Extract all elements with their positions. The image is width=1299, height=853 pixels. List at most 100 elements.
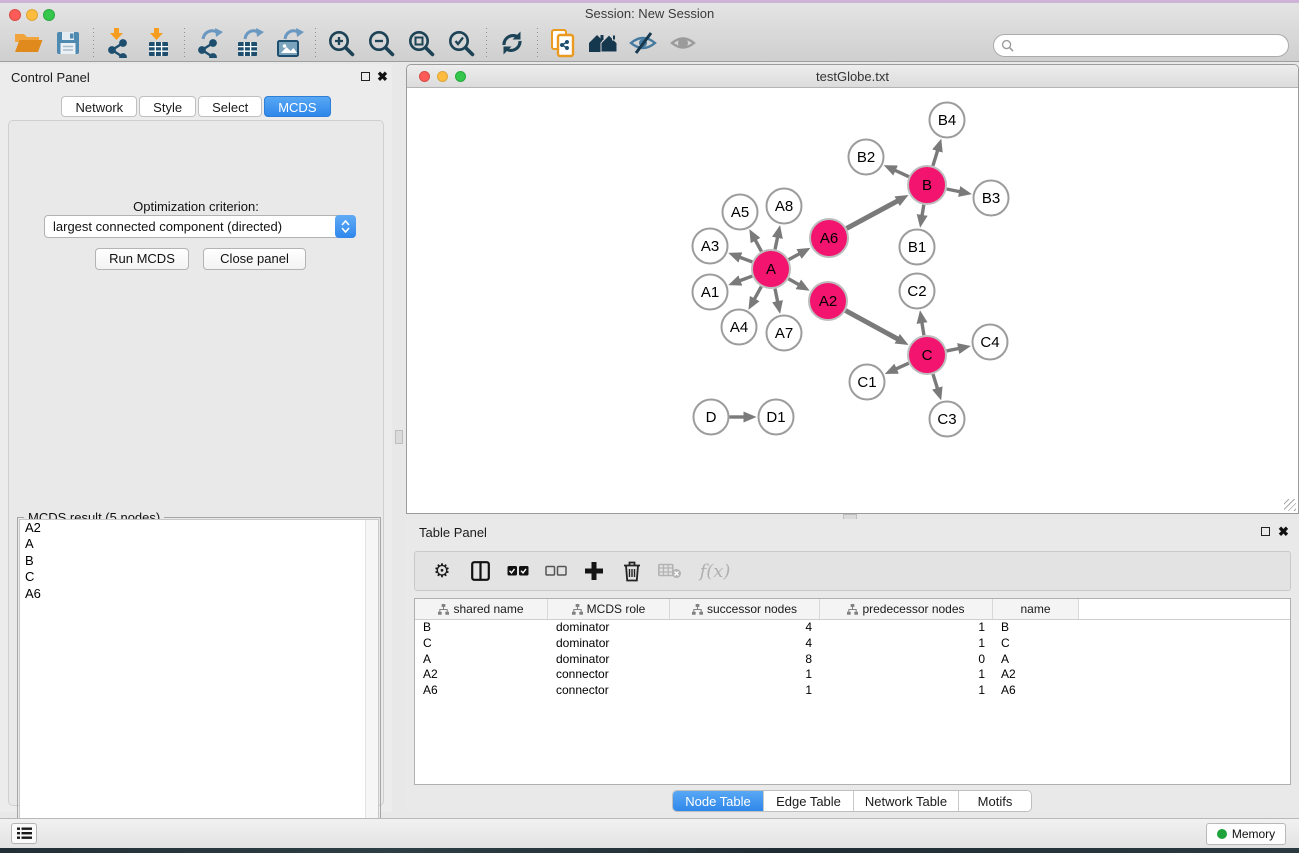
network-canvas[interactable]: B4B2BB3A5A8A6B1A3AA1C2A2A4A7C4CC1C3DD1 — [407, 88, 1298, 513]
graph-node-A5[interactable]: A5 — [723, 195, 758, 230]
table-cell[interactable]: 1 — [820, 667, 993, 683]
graph-edge-A2-C[interactable] — [846, 311, 898, 340]
tab-network[interactable]: Network — [61, 96, 137, 117]
result-item[interactable]: C — [20, 569, 378, 585]
save-session-button[interactable] — [48, 26, 88, 60]
table-cell[interactable]: 1 — [670, 667, 820, 683]
table-cell[interactable]: dominator — [548, 652, 670, 668]
graph-edge-A-A5[interactable] — [755, 240, 761, 252]
memory-button[interactable]: Memory — [1206, 823, 1286, 845]
table-cell[interactable]: 1 — [670, 683, 820, 699]
graph-node-B2[interactable]: B2 — [849, 140, 884, 175]
graph-node-C4[interactable]: C4 — [973, 325, 1008, 360]
graph-node-B1[interactable]: B1 — [900, 230, 935, 265]
table-cell[interactable]: 4 — [670, 636, 820, 652]
column-header-shared-name[interactable]: shared name — [415, 599, 548, 619]
graph-node-D[interactable]: D — [694, 400, 729, 435]
result-scrollbar[interactable] — [365, 520, 378, 853]
table-cell[interactable]: 0 — [820, 652, 993, 668]
panel-close-button[interactable]: ✖ — [377, 69, 388, 85]
network-zoom-button[interactable] — [455, 71, 466, 82]
run-mcds-button[interactable]: Run MCDS — [95, 248, 189, 270]
function-builder-button[interactable]: f(x) — [695, 557, 735, 585]
column-header-predecessor-nodes[interactable]: predecessor nodes — [820, 599, 993, 619]
tab-mcds[interactable]: MCDS — [264, 96, 330, 117]
zoom-out-button[interactable] — [361, 26, 401, 60]
table-cell[interactable]: dominator — [548, 620, 670, 636]
graph-node-B3[interactable]: B3 — [974, 181, 1009, 216]
graph-edge-A-A1[interactable] — [739, 276, 752, 281]
open-session-button[interactable] — [8, 26, 48, 60]
home-button[interactable] — [583, 26, 623, 60]
graph-node-B4[interactable]: B4 — [930, 103, 965, 138]
zoom-selected-button[interactable] — [441, 26, 481, 60]
tab-network-table[interactable]: Network Table — [854, 791, 959, 811]
table-row[interactable]: A2connector11A2 — [415, 667, 1290, 683]
refresh-button[interactable] — [492, 26, 532, 60]
criterion-dropdown[interactable]: largest connected component (directed) — [44, 215, 356, 238]
table-row[interactable]: Cdominator41C — [415, 636, 1290, 652]
tab-style[interactable]: Style — [139, 96, 196, 117]
table-row[interactable]: Adominator80A — [415, 652, 1290, 668]
graph-edge-A-A7[interactable] — [775, 289, 778, 303]
table-cell[interactable]: B — [993, 620, 1079, 636]
zoom-window-button[interactable] — [43, 9, 55, 21]
graph-node-A3[interactable]: A3 — [693, 229, 728, 264]
graph-edge-C-C4[interactable] — [947, 348, 960, 351]
graph-node-D1[interactable]: D1 — [759, 400, 794, 435]
column-header-successor-nodes[interactable]: successor nodes — [670, 599, 820, 619]
task-history-button[interactable] — [11, 823, 37, 844]
graph-node-C[interactable]: C — [908, 336, 946, 374]
search-field[interactable] — [993, 34, 1289, 57]
table-cell[interactable]: 1 — [820, 620, 993, 636]
export-table-button[interactable] — [230, 26, 270, 60]
window-resize-grip[interactable] — [1284, 499, 1296, 511]
export-network-button[interactable] — [190, 26, 230, 60]
column-header-MCDS-role[interactable]: MCDS role — [548, 599, 670, 619]
graph-edge-A6-B[interactable] — [847, 201, 898, 229]
graph-node-C2[interactable]: C2 — [900, 274, 935, 309]
delete-column-button[interactable] — [619, 557, 645, 585]
table-cell[interactable]: C — [415, 636, 548, 652]
graph-node-A6[interactable]: A6 — [810, 219, 848, 257]
graph-edge-C-C3[interactable] — [933, 374, 938, 389]
delete-table-button[interactable] — [657, 557, 683, 585]
table-cell[interactable]: B — [415, 620, 548, 636]
table-cell[interactable]: connector — [548, 683, 670, 699]
close-panel-button[interactable]: Close panel — [203, 248, 306, 270]
table-row[interactable]: Bdominator41B — [415, 620, 1290, 636]
mcds-result-list[interactable]: A2ABCA6 — [19, 519, 379, 853]
table-cell[interactable]: 4 — [670, 620, 820, 636]
graph-node-A1[interactable]: A1 — [693, 275, 728, 310]
minimize-window-button[interactable] — [26, 9, 38, 21]
graph-node-C1[interactable]: C1 — [850, 365, 885, 400]
network-graph[interactable]: B4B2BB3A5A8A6B1A3AA1C2A2A4A7C4CC1C3DD1 — [407, 88, 1298, 513]
graph-node-C3[interactable]: C3 — [930, 402, 965, 437]
tab-node-table[interactable]: Node Table — [673, 791, 764, 811]
network-minimize-button[interactable] — [437, 71, 448, 82]
zoom-in-button[interactable] — [321, 26, 361, 60]
select-all-button[interactable] — [505, 557, 531, 585]
clone-network-button[interactable] — [543, 26, 583, 60]
zoom-fit-button[interactable] — [401, 26, 441, 60]
graph-node-B[interactable]: B — [908, 166, 946, 204]
show-panels-button[interactable] — [663, 26, 703, 60]
result-item[interactable]: B — [20, 553, 378, 569]
table-cell[interactable]: 1 — [820, 683, 993, 699]
table-panel-close-button[interactable]: ✖ — [1278, 524, 1289, 540]
column-header-name[interactable]: name — [993, 599, 1079, 619]
graph-edge-A-A6[interactable] — [789, 254, 800, 260]
graph-node-A4[interactable]: A4 — [722, 310, 757, 345]
graph-node-A7[interactable]: A7 — [767, 316, 802, 351]
import-table-button[interactable] — [139, 26, 179, 60]
graph-edge-C-C1[interactable] — [896, 363, 909, 369]
table-cell[interactable]: dominator — [548, 636, 670, 652]
tab-select[interactable]: Select — [198, 96, 262, 117]
unselect-all-button[interactable] — [543, 557, 569, 585]
network-close-button[interactable] — [419, 71, 430, 82]
graph-edge-A-A4[interactable] — [754, 287, 761, 300]
table-mode-button[interactable] — [467, 557, 493, 585]
import-network-button[interactable] — [99, 26, 139, 60]
table-cell[interactable]: A — [415, 652, 548, 668]
vertical-splitter-handle[interactable] — [395, 430, 403, 444]
